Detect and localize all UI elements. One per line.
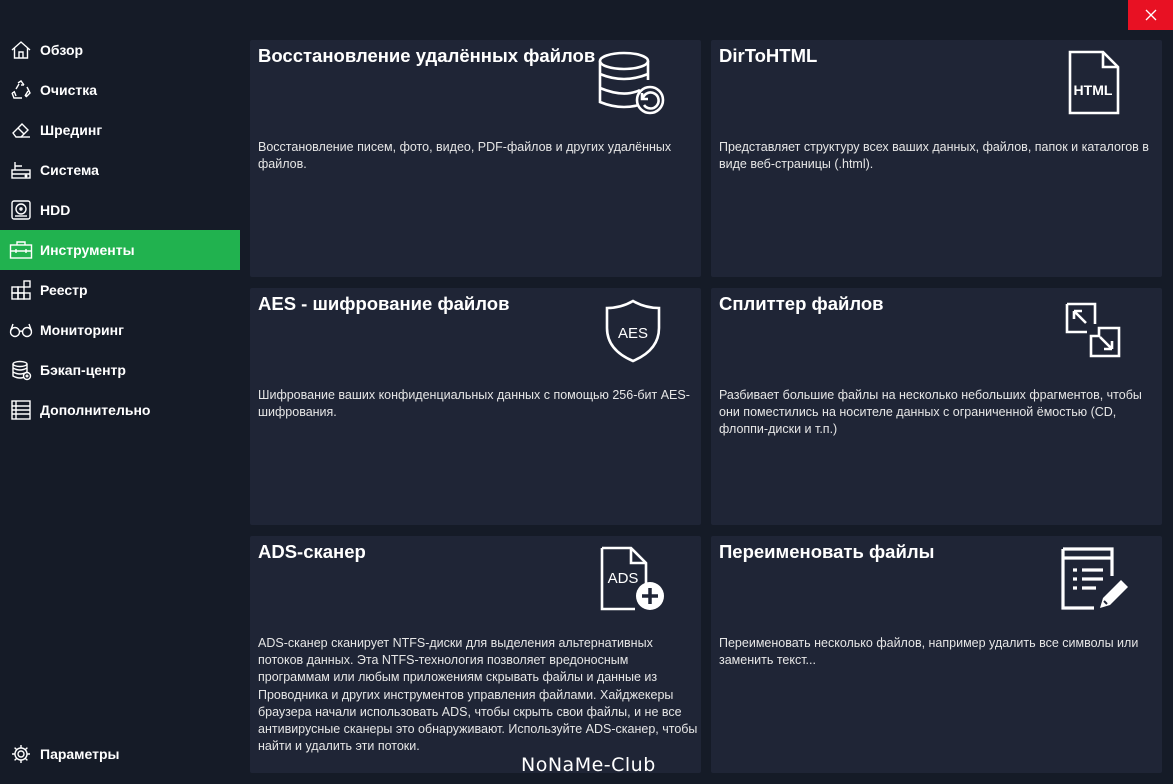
ads-file-add-icon: ADS — [599, 546, 667, 617]
system-icon — [9, 158, 33, 182]
home-icon — [9, 38, 33, 62]
card-title: Переименовать файлы — [719, 541, 935, 562]
card-title: Сплиттер файлов — [719, 293, 884, 314]
recycle-icon — [9, 78, 33, 102]
sidebar-item-label: Дополнительно — [40, 402, 151, 418]
sidebar-item-tools[interactable]: Инструменты — [0, 230, 240, 270]
sidebar-item-label: HDD — [40, 202, 71, 218]
sidebar-item-cleanup[interactable]: Очистка — [0, 70, 240, 110]
close-icon — [1145, 9, 1156, 21]
card-file-splitter[interactable]: Сплиттер файлов Разбивает большие файлы … — [711, 288, 1162, 525]
card-title: Восстановление удалённых файлов — [258, 45, 596, 66]
card-description: Шифрование ваших конфиденциальных данных… — [258, 388, 690, 420]
card-title: DirToHTML — [719, 45, 818, 66]
html-icon-text: HTML — [1074, 82, 1113, 98]
sidebar-item-label: Очистка — [40, 82, 98, 98]
eraser-icon — [9, 118, 33, 142]
card-rename-files[interactable]: Переименовать файлы Переименовать нескол… — [711, 536, 1162, 773]
sidebar-item-label: Бэкап-центр — [40, 362, 126, 378]
sidebar-item-registry[interactable]: Реестр — [0, 270, 240, 310]
registry-icon — [9, 278, 33, 302]
sidebar: Обзор Очистка Шрединг Система HDD Инстру… — [0, 30, 240, 784]
hdd-icon — [9, 198, 33, 222]
database-restore-icon — [598, 50, 666, 121]
card-dirtohtml[interactable]: DirToHTML HTML Представляет структуру вс… — [711, 40, 1162, 277]
card-aes-encryption[interactable]: AES - шифрование файлов AES Шифрование в… — [250, 288, 701, 525]
sidebar-item-label: Реестр — [40, 282, 88, 298]
card-ads-scanner[interactable]: ADS-сканер ADS ADS-сканер сканирует NTFS… — [250, 536, 701, 773]
sidebar-item-overview[interactable]: Обзор — [0, 30, 240, 70]
sidebar-item-label: Параметры — [40, 746, 120, 762]
html-file-icon: HTML — [1067, 50, 1121, 121]
sidebar-item-label: Инструменты — [40, 242, 135, 258]
split-icon — [1065, 302, 1121, 363]
card-file-recovery[interactable]: Восстановление удалённых файлов Восстано… — [250, 40, 701, 277]
sidebar-item-hdd[interactable]: HDD — [0, 190, 240, 230]
close-button[interactable] — [1128, 0, 1173, 30]
gear-icon — [9, 742, 33, 766]
card-title: ADS-сканер — [258, 541, 366, 562]
sidebar-item-label: Мониторинг — [40, 322, 124, 338]
card-description: Разбивает большие файлы на несколько неб… — [719, 388, 1142, 437]
sidebar-item-label: Обзор — [40, 42, 84, 58]
database-icon — [9, 358, 33, 382]
list-icon — [9, 398, 33, 422]
card-description: ADS-сканер сканирует NTFS-диски для выде… — [258, 636, 698, 754]
ads-icon-text: ADS — [608, 570, 639, 587]
sidebar-item-system[interactable]: Система — [0, 150, 240, 190]
aes-icon-text: AES — [618, 325, 648, 342]
sidebar-item-shredding[interactable]: Шрединг — [0, 110, 240, 150]
sidebar-item-settings[interactable]: Параметры — [0, 734, 240, 774]
sidebar-item-backup[interactable]: Бэкап-центр — [0, 350, 240, 390]
card-description: Восстановление писем, фото, видео, PDF-ф… — [258, 140, 672, 172]
sidebar-item-label: Система — [40, 162, 99, 178]
sidebar-item-monitoring[interactable]: Мониторинг — [0, 310, 240, 350]
card-description: Переименовать несколько файлов, например… — [719, 636, 1139, 668]
glasses-icon — [9, 318, 33, 342]
toolbox-icon — [9, 238, 33, 262]
rename-document-icon — [1060, 546, 1130, 617]
watermark: NoNaMe-Club — [521, 754, 656, 776]
sidebar-item-label: Шрединг — [40, 122, 103, 138]
aes-shield-icon: AES — [603, 298, 663, 369]
sidebar-item-advanced[interactable]: Дополнительно — [0, 390, 240, 430]
card-title: AES - шифрование файлов — [258, 293, 510, 314]
card-description: Представляет структуру всех ваших данных… — [719, 140, 1149, 172]
